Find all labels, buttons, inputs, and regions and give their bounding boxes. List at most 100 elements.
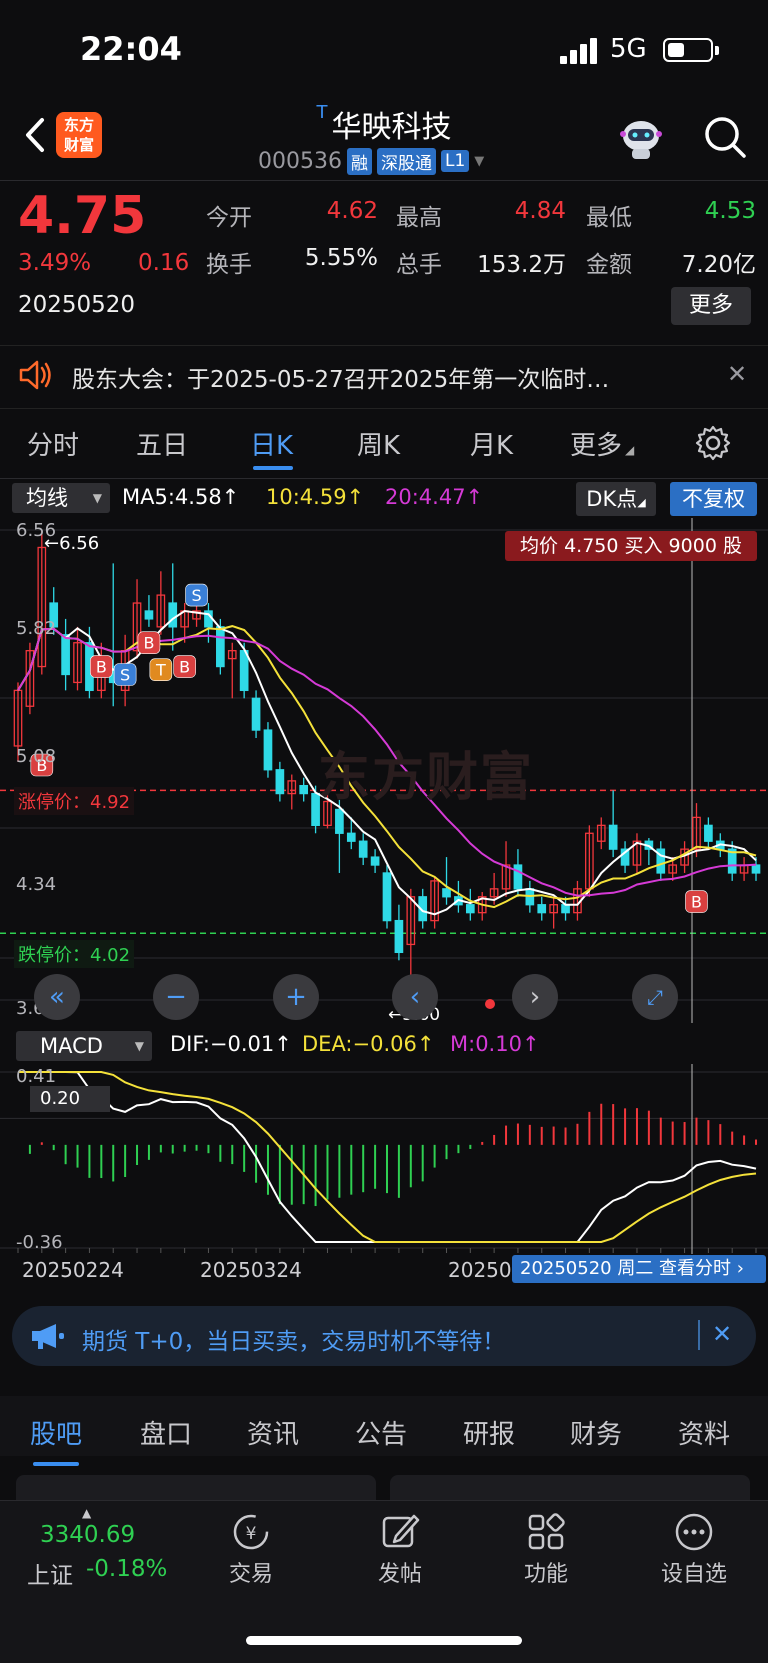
speaker-icon — [19, 360, 51, 390]
notice-text[interactable]: 股东大会：于2025-05-27召开2025年第一次临时… — [72, 360, 609, 394]
ad-text[interactable]: 期货 T+0，当日买卖，交易时机不等待！ — [82, 1322, 505, 1356]
candle-body — [394, 919, 404, 954]
value-volume: 153.2万 — [477, 252, 566, 278]
signal-label: B — [179, 658, 190, 677]
candle-body — [275, 769, 285, 795]
network-type: 5G — [610, 34, 647, 64]
high-marker: ←6.56 — [44, 533, 100, 554]
date-tip-text: 20250520 周二 查看分时 — [520, 1258, 732, 1279]
y-label-3: 5.08 — [16, 746, 57, 767]
candle-body — [442, 888, 451, 898]
zoom-in-button[interactable]: + — [273, 974, 319, 1020]
y-label-2: 5.82 — [16, 618, 57, 639]
tab-more-label: 更多 — [570, 431, 623, 461]
tab-five-day[interactable]: 五日 — [136, 425, 188, 462]
candle-body — [144, 610, 154, 620]
tabbar-watchlist[interactable]: 设自选 — [644, 1556, 744, 1588]
ma-indicator-select[interactable]: 均线 ▼ — [12, 483, 110, 513]
scroll-left-fast-button[interactable]: « — [34, 974, 80, 1020]
macd-select-label: MACD — [40, 1034, 103, 1058]
signal-label: B — [143, 634, 154, 653]
candle-body — [751, 864, 761, 874]
candle-body — [370, 856, 380, 866]
settings-gear-icon[interactable] — [694, 424, 732, 462]
ma-select-label: 均线 — [26, 486, 68, 510]
index-value[interactable]: 3340.69 — [40, 1522, 135, 1548]
tab-daily-k[interactable]: 日K — [250, 425, 293, 462]
candle-body — [299, 784, 309, 795]
index-change[interactable]: -0.18% — [86, 1556, 167, 1582]
tab-announcement[interactable]: 公告 — [355, 1414, 407, 1451]
chevron-right-icon: › — [731, 1258, 744, 1279]
more-options-icon[interactable] — [672, 1510, 716, 1554]
last-price: 4.75 — [18, 186, 147, 246]
macd-indicator-select[interactable]: MACD ▼ — [16, 1031, 152, 1061]
avg-price-badge: 均价 4.750 买入 9000 股 — [505, 531, 757, 561]
scroll-left-button[interactable]: ‹ — [392, 974, 438, 1020]
candle-body — [346, 832, 356, 842]
battery-tip — [715, 46, 719, 55]
close-icon[interactable]: ✕ — [727, 360, 747, 388]
stock-name-text: 华映科技 — [331, 110, 452, 145]
tab-more[interactable]: 更多 ◢ — [570, 425, 634, 462]
trade-icon[interactable]: ¥ — [229, 1510, 273, 1554]
tab-guba[interactable]: 股吧 — [30, 1414, 82, 1451]
compose-icon[interactable] — [378, 1510, 422, 1554]
stock-sub-row[interactable]: 000536 融 深股通 L1 ▼ — [258, 146, 484, 176]
zoom-out-button[interactable]: − — [153, 974, 199, 1020]
value-high: 4.84 — [514, 198, 566, 224]
tab-weekly-k[interactable]: 周K — [357, 425, 400, 462]
close-icon[interactable]: ✕ — [712, 1320, 732, 1348]
index-name[interactable]: 上证 — [27, 1556, 73, 1590]
chevron-down-icon: ▼ — [474, 153, 485, 169]
tag-margin: 融 — [346, 147, 372, 175]
tab-pankou[interactable]: 盘口 — [140, 1414, 192, 1451]
candle-body — [561, 904, 570, 914]
grid-functions-icon[interactable] — [524, 1510, 568, 1554]
tab-finance[interactable]: 财务 — [570, 1414, 622, 1451]
value-amount: 7.20亿 — [681, 252, 756, 278]
signal-label: T — [155, 661, 166, 680]
tab-monthly-k[interactable]: 月K — [470, 425, 513, 462]
scroll-right-button[interactable]: › — [512, 974, 558, 1020]
active-tab-indicator — [253, 466, 293, 470]
ma10-value: 10:4.59↑ — [266, 485, 365, 509]
x-label-2: 20250324 — [200, 1258, 302, 1282]
limit-up-label: 涨停价：4.92 — [14, 787, 135, 815]
dropdown-arrow-icon: ▼ — [92, 491, 102, 505]
value-low: 4.53 — [704, 198, 756, 224]
robot-assistant-icon[interactable] — [615, 112, 667, 164]
battery-icon — [663, 38, 713, 62]
tab-research[interactable]: 研报 — [463, 1414, 515, 1451]
corner-triangle-icon: ◢ — [637, 496, 646, 509]
m-value: M:0.10↑ — [450, 1032, 540, 1056]
candle-body — [704, 824, 713, 842]
candle-body — [61, 634, 70, 676]
no-adjust-button[interactable]: 不复权 — [670, 482, 757, 516]
tab-intraday[interactable]: 分时 — [27, 425, 79, 462]
macd-chart[interactable] — [0, 1064, 768, 1254]
macd-y-badge: 0.20 — [30, 1086, 110, 1112]
divider — [0, 478, 768, 479]
more-button[interactable]: 更多 — [671, 287, 751, 325]
candle-body — [251, 697, 261, 731]
signal-label: B — [691, 893, 702, 912]
tab-profile[interactable]: 资料 — [678, 1414, 730, 1451]
tabbar-trade[interactable]: 交易 — [201, 1556, 301, 1588]
change-amount: 0.16 — [138, 250, 190, 276]
dropdown-arrow-icon: ▼ — [134, 1039, 144, 1053]
stock-code: 000536 — [258, 148, 342, 174]
tabbar-functions[interactable]: 功能 — [496, 1556, 596, 1588]
x-label-1: 20250224 — [22, 1258, 124, 1282]
ma5-value: MA5:4.58↑ — [122, 485, 240, 509]
home-indicator — [246, 1636, 522, 1645]
dk-point-button[interactable]: DK点◢ — [576, 482, 656, 516]
quote-date: 20250520 — [18, 292, 136, 318]
search-icon[interactable] — [702, 114, 748, 160]
label-low: 最低 — [586, 205, 632, 231]
view-intraday-tip[interactable]: 20250520 周二 查看分时 › — [512, 1255, 766, 1283]
fullscreen-icon[interactable]: ⤢ — [632, 974, 678, 1020]
tab-news[interactable]: 资讯 — [247, 1414, 299, 1451]
signal-label: S — [120, 665, 130, 684]
tabbar-post[interactable]: 发帖 — [350, 1556, 450, 1588]
